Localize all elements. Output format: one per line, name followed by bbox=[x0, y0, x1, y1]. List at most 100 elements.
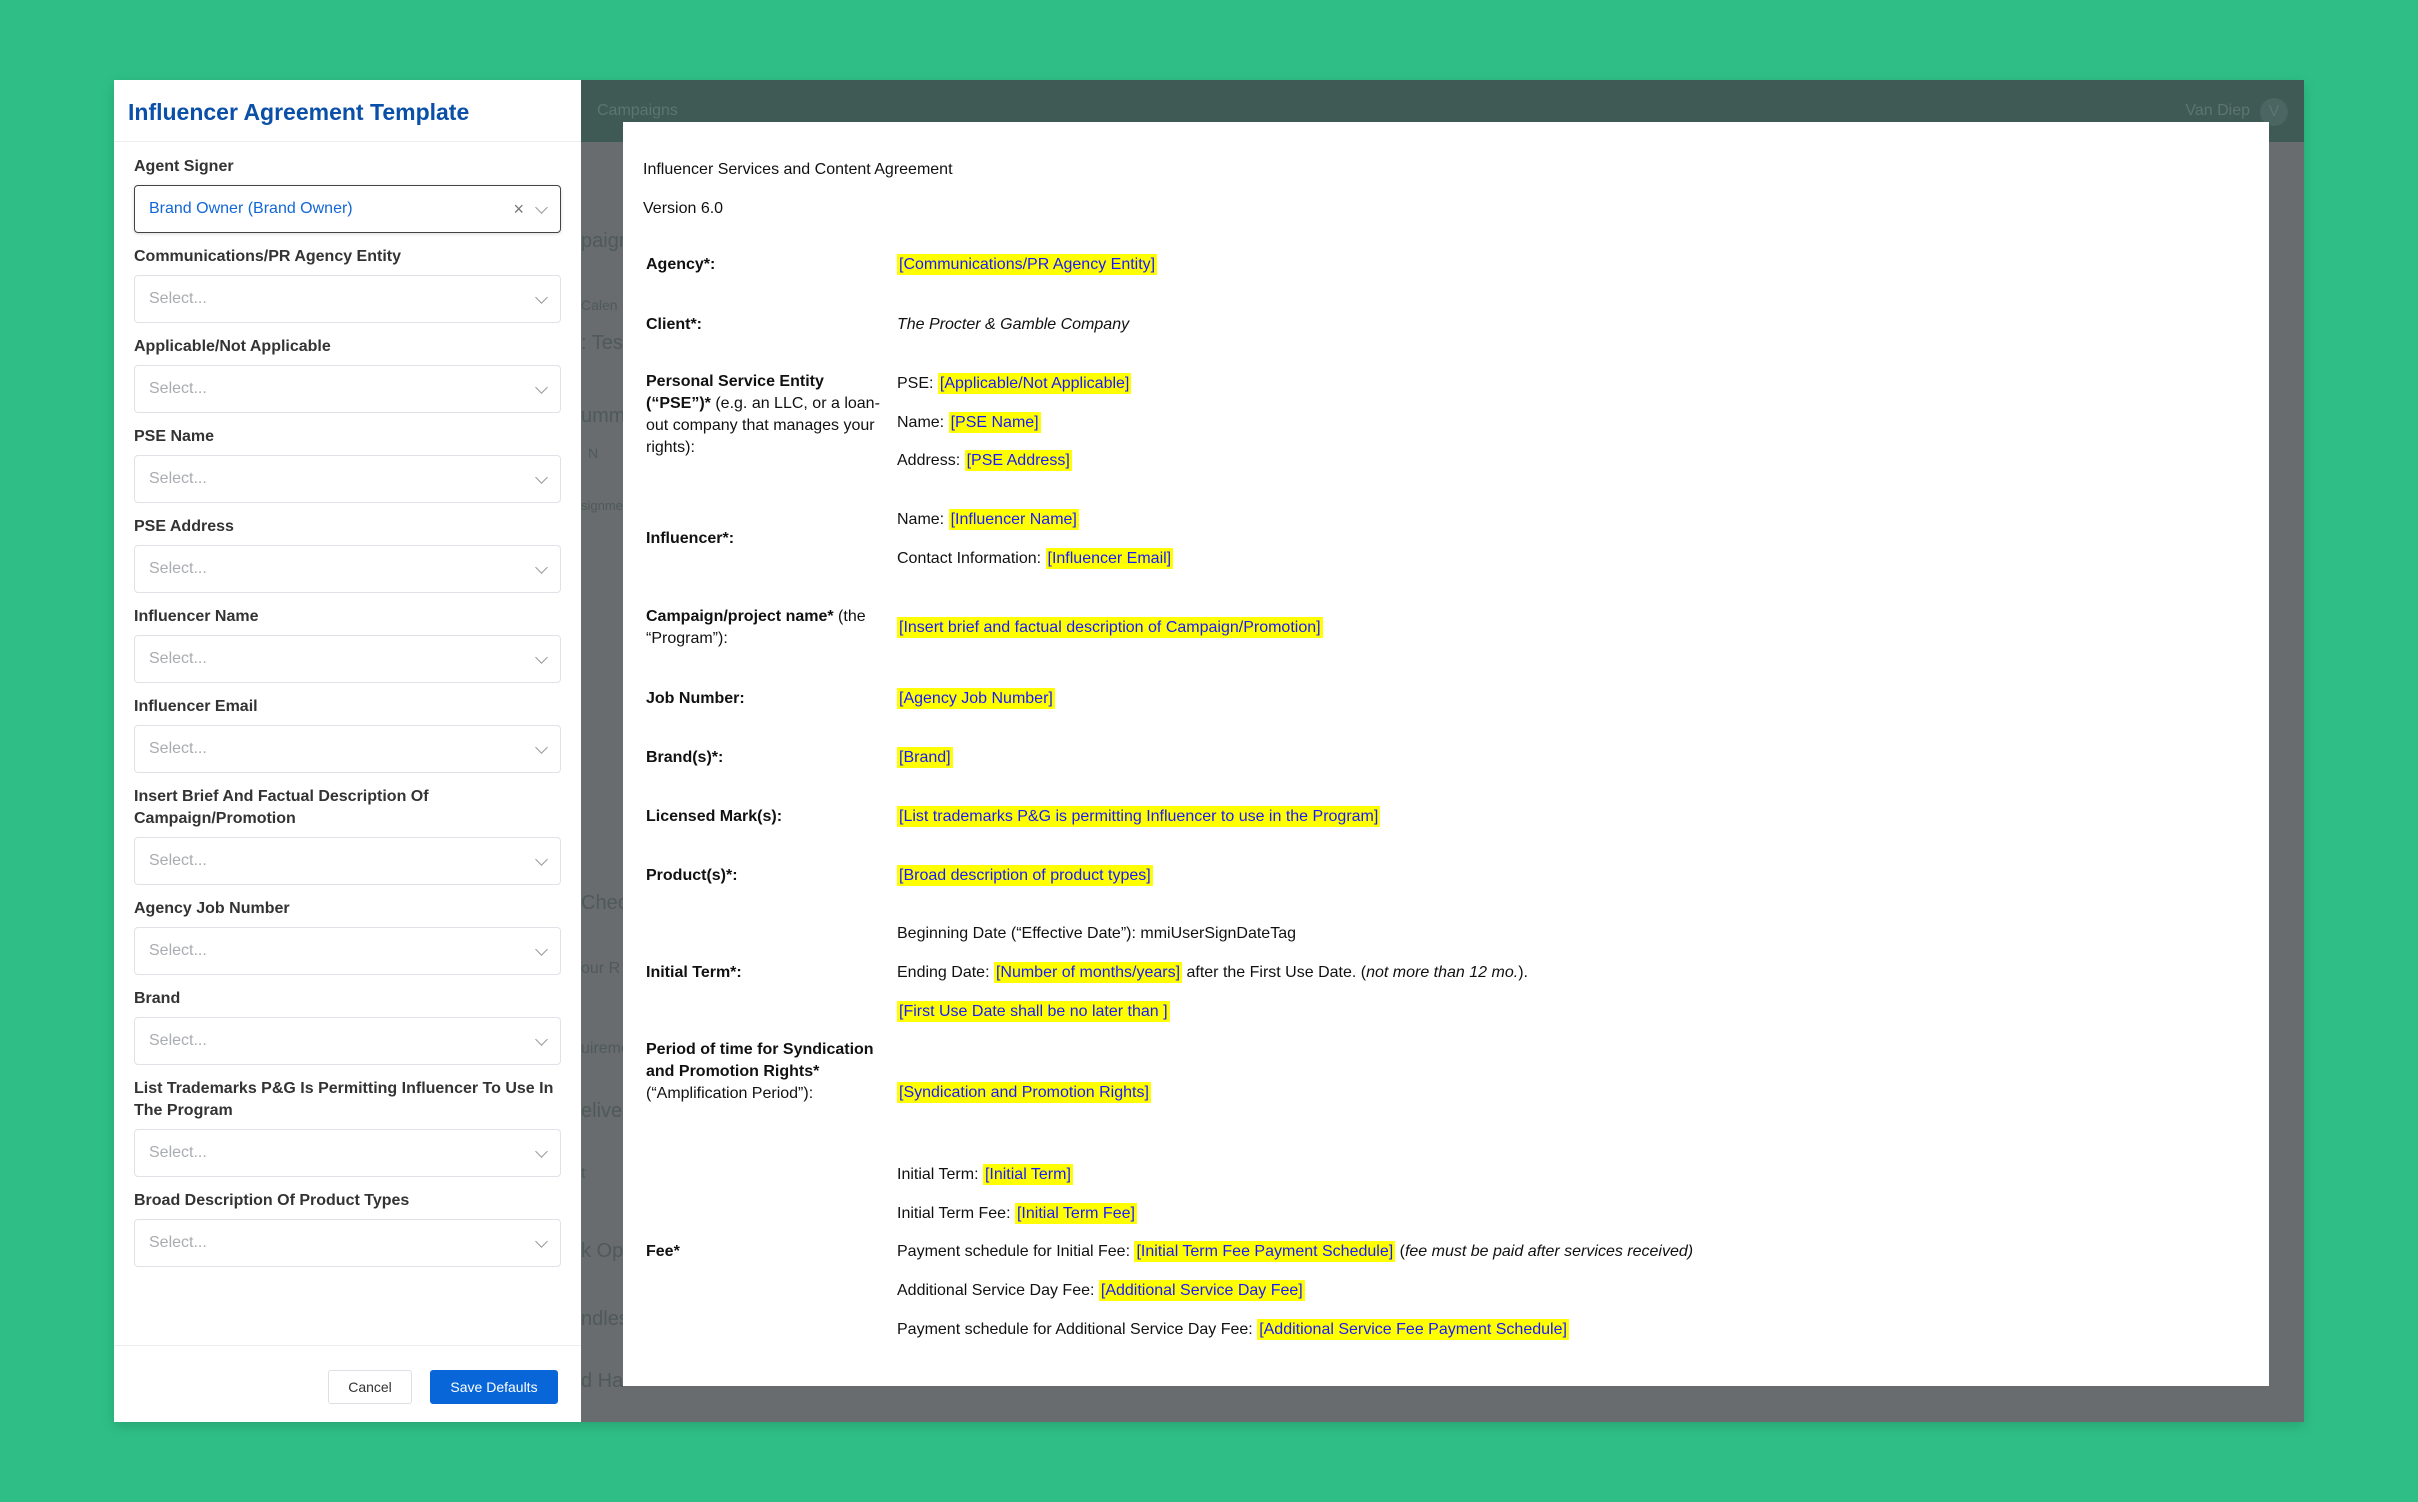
chevron-down-icon[interactable] bbox=[535, 291, 548, 304]
template-placeholder: [Additional Service Day Fee] bbox=[1098, 1280, 1305, 1301]
field-name: Period of time for Syndication and Promo… bbox=[646, 1039, 886, 1105]
clear-icon[interactable]: × bbox=[513, 186, 524, 232]
field-value-line: [Syndication and Promotion Rights] bbox=[897, 1082, 1151, 1104]
field-name: Personal Service Entity (“PSE”)* (e.g. a… bbox=[646, 371, 886, 459]
background-text-fragment: : Test bbox=[581, 332, 629, 354]
field-value-line: Payment schedule for Additional Service … bbox=[897, 1319, 1569, 1341]
select-placeholder: Select... bbox=[149, 852, 207, 869]
cancel-button[interactable]: Cancel bbox=[328, 1370, 412, 1404]
field-select[interactable]: Select... bbox=[134, 365, 561, 413]
template-placeholder: [List trademarks P&G is permitting Influ… bbox=[897, 806, 1381, 827]
field-value-line: Payment schedule for Initial Fee: [Initi… bbox=[897, 1241, 1693, 1263]
select-placeholder: Select... bbox=[149, 942, 207, 959]
template-placeholder: [PSE Address] bbox=[964, 450, 1072, 471]
field-name: Fee* bbox=[646, 1241, 886, 1263]
template-defaults-panel: Influencer Agreement Template Agent Sign… bbox=[114, 80, 581, 1422]
select-placeholder: Select... bbox=[149, 650, 207, 667]
save-defaults-button[interactable]: Save Defaults bbox=[430, 1370, 558, 1404]
field-select[interactable]: Select... bbox=[134, 455, 561, 503]
chevron-down-icon[interactable] bbox=[535, 741, 548, 754]
field-label: Influencer Email bbox=[134, 698, 258, 715]
field-name: Licensed Mark(s): bbox=[646, 806, 886, 828]
chevron-down-icon[interactable] bbox=[535, 1235, 548, 1248]
text-segment: Ending Date: bbox=[897, 964, 994, 981]
chevron-down-icon[interactable] bbox=[535, 1033, 548, 1046]
background-text-fragment: d Ha bbox=[581, 1370, 624, 1392]
field-value-line: Ending Date: [Number of months/years] af… bbox=[897, 962, 1528, 984]
template-placeholder: [Broad description of product types] bbox=[897, 865, 1153, 886]
field-list: Agent Signer Brand Owner (Brand Owner) × Co… bbox=[114, 142, 581, 1267]
field-value-line: [Insert brief and factual description of… bbox=[897, 617, 1323, 639]
document-version: Version 6.0 bbox=[643, 200, 724, 217]
template-placeholder: [Initial Term Fee Payment Schedule] bbox=[1134, 1241, 1396, 1262]
field-value-line: [Broad description of product types] bbox=[897, 865, 1153, 887]
field-name: Initial Term*: bbox=[646, 962, 886, 984]
template-placeholder: [Initial Term] bbox=[982, 1164, 1073, 1185]
select-placeholder: Select... bbox=[149, 290, 207, 307]
field-label: Communications/PR Agency Entity bbox=[134, 248, 401, 265]
template-placeholder: [Syndication and Promotion Rights] bbox=[897, 1082, 1151, 1103]
field-value-line: [List trademarks P&G is permitting Influ… bbox=[897, 806, 1381, 828]
text-segment: Job Number: bbox=[646, 690, 745, 707]
field-name: Product(s)*: bbox=[646, 865, 886, 887]
field-select[interactable]: Select... bbox=[134, 1129, 561, 1177]
chevron-down-icon[interactable] bbox=[535, 943, 548, 956]
chevron-down-icon[interactable] bbox=[535, 1145, 548, 1158]
field-name: Influencer*: bbox=[646, 528, 886, 550]
field-select[interactable]: Select... bbox=[134, 545, 561, 593]
field-value-line: [Communications/PR Agency Entity] bbox=[897, 254, 1158, 276]
chevron-down-icon[interactable] bbox=[535, 651, 548, 664]
select-placeholder: Select... bbox=[149, 1234, 207, 1251]
selected-value: Brand Owner (Brand Owner) bbox=[149, 200, 353, 217]
field-select[interactable]: Brand Owner (Brand Owner) × bbox=[134, 185, 561, 233]
text-segment: Fee* bbox=[646, 1243, 680, 1260]
field-value-line: Address: [PSE Address] bbox=[897, 450, 1072, 472]
select-placeholder: Select... bbox=[149, 380, 207, 397]
field-value-line: Name: [Influencer Name] bbox=[897, 509, 1079, 531]
field-select[interactable]: Select... bbox=[134, 275, 561, 323]
field-value-line: [Agency Job Number] bbox=[897, 688, 1055, 710]
background-text-fragment: Calen bbox=[581, 297, 618, 313]
app-window: Campaigns Van Diep V paign Calen: Test umm… bbox=[114, 80, 2304, 1422]
select-placeholder: Select... bbox=[149, 740, 207, 757]
background-text-fragment: N bbox=[588, 445, 599, 461]
chevron-down-icon[interactable] bbox=[535, 561, 548, 574]
text-segment: Agency*: bbox=[646, 256, 716, 273]
field-name: Client*: bbox=[646, 314, 886, 336]
template-placeholder: [PSE Name] bbox=[948, 412, 1041, 433]
template-placeholder: [Initial Term Fee] bbox=[1014, 1203, 1137, 1224]
field-value-line: PSE: [Applicable/Not Applicable] bbox=[897, 373, 1132, 395]
field-label: Insert Brief And Factual Description Of … bbox=[134, 788, 429, 827]
field-label: Agent Signer bbox=[134, 158, 234, 175]
field-select[interactable]: Select... bbox=[134, 1219, 561, 1267]
text-segment: Name: bbox=[897, 511, 949, 528]
field-value-line: Contact Information: [Influencer Email] bbox=[897, 548, 1174, 570]
text-segment: Initial Term Fee: bbox=[897, 1205, 1015, 1222]
field-select[interactable]: Select... bbox=[134, 837, 561, 885]
chevron-down-icon[interactable] bbox=[535, 201, 548, 214]
field-select[interactable]: Select... bbox=[134, 927, 561, 975]
field-name: Campaign/project name* (the “Program”): bbox=[646, 606, 886, 650]
chevron-down-icon[interactable] bbox=[535, 471, 548, 484]
background-text-fragment: elive bbox=[581, 1100, 623, 1122]
field-select[interactable]: Select... bbox=[134, 635, 561, 683]
field-label: List Trademarks P&G Is Permitting Influe… bbox=[134, 1080, 554, 1119]
field-label: Influencer Name bbox=[134, 608, 259, 625]
field-select[interactable]: Select... bbox=[134, 725, 561, 773]
chevron-down-icon[interactable] bbox=[535, 381, 548, 394]
field-select[interactable]: Select... bbox=[134, 1017, 561, 1065]
template-placeholder: [Applicable/Not Applicable] bbox=[937, 373, 1132, 394]
panel-footer: Cancel Save Defaults bbox=[114, 1345, 581, 1422]
template-placeholder: [Insert brief and factual description of… bbox=[897, 617, 1323, 638]
field-name: Job Number: bbox=[646, 688, 886, 710]
text-segment: ). bbox=[1518, 964, 1528, 981]
template-placeholder: [Influencer Email] bbox=[1045, 548, 1174, 569]
select-placeholder: Select... bbox=[149, 1032, 207, 1049]
template-placeholder: [Additional Service Fee Payment Schedule… bbox=[1257, 1319, 1569, 1340]
chevron-down-icon[interactable] bbox=[535, 853, 548, 866]
template-placeholder: [Influencer Name] bbox=[948, 509, 1079, 530]
text-segment: Product(s)*: bbox=[646, 867, 738, 884]
select-placeholder: Select... bbox=[149, 560, 207, 577]
text-segment: Contact Information: bbox=[897, 550, 1046, 567]
field-name: Brand(s)*: bbox=[646, 747, 886, 769]
